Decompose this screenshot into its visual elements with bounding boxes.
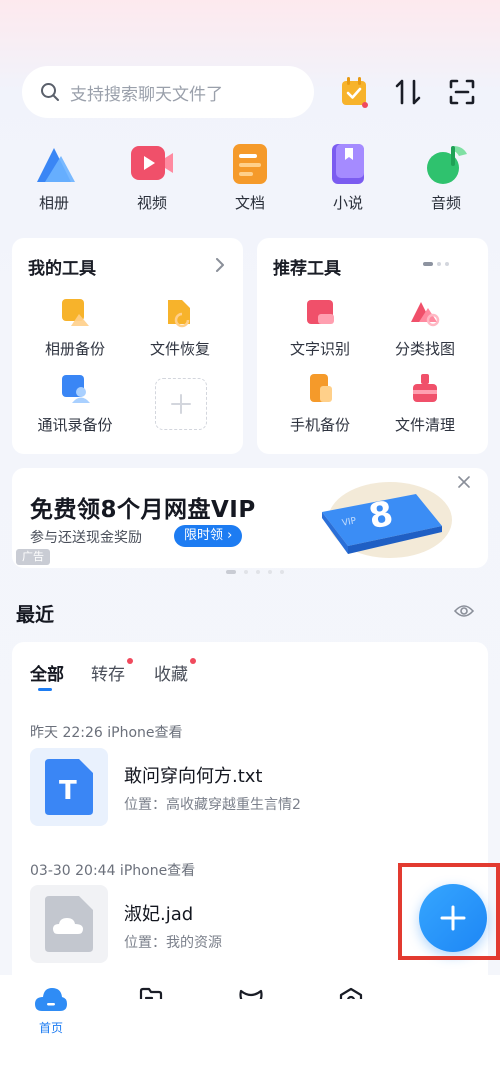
tool-label: 文件清理 xyxy=(394,416,455,434)
ocr-icon xyxy=(304,296,336,328)
search-icon xyxy=(41,83,59,101)
ad-subtitle: 参与还送现金奖励 xyxy=(30,530,142,546)
tool-contacts-backup[interactable]: 通讯录备份 xyxy=(20,372,130,435)
txt-file-thumb: T xyxy=(30,748,108,826)
close-ad-icon[interactable] xyxy=(458,476,470,488)
file-clean-icon xyxy=(409,372,441,404)
tool-label: 通讯录备份 xyxy=(37,416,113,434)
category-label: 小说 xyxy=(332,194,363,212)
pager-dot xyxy=(280,570,285,574)
pager-dot xyxy=(268,570,273,574)
file-recovery-icon xyxy=(164,296,196,328)
tab-indicator xyxy=(38,688,52,691)
scan-icon[interactable] xyxy=(444,72,480,112)
file-location: 位置：高收藏穿越重生言情2 xyxy=(124,797,301,813)
category-label: 文档 xyxy=(234,194,265,212)
novel-icon xyxy=(325,142,371,186)
pager-dot xyxy=(437,262,441,266)
unknown-file-thumb xyxy=(30,885,108,963)
tool-label: 分类找图 xyxy=(394,340,455,358)
share-icon xyxy=(239,989,263,999)
pager-dot xyxy=(244,570,249,574)
nav-share[interactable] xyxy=(226,987,276,999)
pager-dot-active xyxy=(226,570,236,574)
tool-label: 相册备份 xyxy=(44,340,105,358)
eye-icon[interactable] xyxy=(454,603,474,619)
search-placeholder: 支持搜索聊天文件了 xyxy=(70,84,223,105)
album-backup-icon xyxy=(59,296,91,328)
ad-badge-button[interactable]: 限时领 › xyxy=(174,525,243,547)
file-icon xyxy=(139,987,163,999)
ad-title: 免费领8个月网盘VIP xyxy=(30,497,256,523)
chevron-right-icon[interactable] xyxy=(215,258,225,272)
tab-transfer-dot xyxy=(127,658,133,664)
bottom-nav: 首页 xyxy=(0,975,500,1083)
pager-dot-active xyxy=(423,262,433,266)
my-tools-title: 我的工具 xyxy=(28,259,96,279)
category-label: 相册 xyxy=(38,194,69,212)
add-tool-button[interactable] xyxy=(155,378,207,430)
discover-icon xyxy=(339,987,363,999)
recommended-tools-title: 推荐工具 xyxy=(273,259,341,279)
ad-pager xyxy=(226,559,285,578)
plus-icon xyxy=(171,394,191,414)
file-location: 位置：我的资源 xyxy=(124,935,222,951)
category-album[interactable]: 相册 xyxy=(19,142,89,213)
txt-letter: T xyxy=(59,776,77,806)
file-name: 淑妃.jad xyxy=(124,904,194,925)
group-time: 03-30 20:44 iPhone查看 xyxy=(30,863,196,879)
tab-transfer[interactable]: 转存 xyxy=(91,660,125,685)
tool-ocr[interactable]: 文字识别 xyxy=(265,296,375,359)
tab-favorites[interactable]: 收藏 xyxy=(154,660,188,685)
cloud-file-icon xyxy=(45,896,93,952)
recent-title: 最近 xyxy=(16,604,55,626)
category-label: 音频 xyxy=(430,194,461,212)
tool-label: 文字识别 xyxy=(289,340,350,358)
contacts-backup-icon xyxy=(59,372,91,404)
nav-label: 首页 xyxy=(38,1021,63,1035)
phone-backup-icon xyxy=(304,372,336,404)
nav-home[interactable]: 首页 xyxy=(26,985,76,1036)
nav-file[interactable] xyxy=(126,987,176,999)
category-novel[interactable]: 小说 xyxy=(313,142,383,213)
category-video[interactable]: 视频 xyxy=(117,142,187,213)
pager-dot xyxy=(445,262,449,266)
tool-album-backup[interactable]: 相册备份 xyxy=(20,296,130,359)
tool-file-clean[interactable]: 文件清理 xyxy=(370,372,480,435)
video-icon xyxy=(129,142,175,186)
tab-favorites-dot xyxy=(190,658,196,664)
document-icon xyxy=(227,142,273,186)
search-input[interactable]: 支持搜索聊天文件了 xyxy=(22,66,314,118)
ad-tag: 广告 xyxy=(16,549,50,565)
category-audio[interactable]: 音频 xyxy=(411,142,481,213)
tool-phone-backup[interactable]: 手机备份 xyxy=(265,372,375,435)
pager-dot xyxy=(256,570,261,574)
home-cloud-icon xyxy=(35,988,67,1011)
category-label: 视频 xyxy=(136,194,167,212)
txt-file-icon: T xyxy=(45,759,93,815)
my-tools-card: 我的工具 相册备份 文件恢复 通讯录备份 xyxy=(12,238,243,454)
classify-image-icon xyxy=(409,296,441,328)
sort-icon[interactable] xyxy=(390,72,426,112)
vip-card-image: 8 VIP xyxy=(322,482,452,558)
tab-all[interactable]: 全部 xyxy=(30,660,64,685)
tool-classify-image[interactable]: 分类找图 xyxy=(370,296,480,359)
album-icon xyxy=(31,142,77,186)
recommended-tools-card: 推荐工具 文字识别 分类找图 手机备份 文件清理 xyxy=(257,238,488,454)
group-time: 昨天 22:26 iPhone查看 xyxy=(30,725,183,741)
ad-badge-label: 限时领 xyxy=(184,528,224,543)
highlight-box xyxy=(398,863,500,960)
tool-file-recovery[interactable]: 文件恢复 xyxy=(125,296,235,359)
tool-label: 手机备份 xyxy=(289,416,350,434)
tool-label: 文件恢复 xyxy=(149,340,210,358)
calendar-check-icon[interactable] xyxy=(336,72,372,112)
category-row: 相册 视频 文档 小说 音频 xyxy=(0,142,500,216)
category-document[interactable]: 文档 xyxy=(215,142,285,213)
audio-icon xyxy=(423,142,469,186)
file-name: 敢问穿向何方.txt xyxy=(124,766,263,787)
nav-discover[interactable] xyxy=(326,987,376,999)
